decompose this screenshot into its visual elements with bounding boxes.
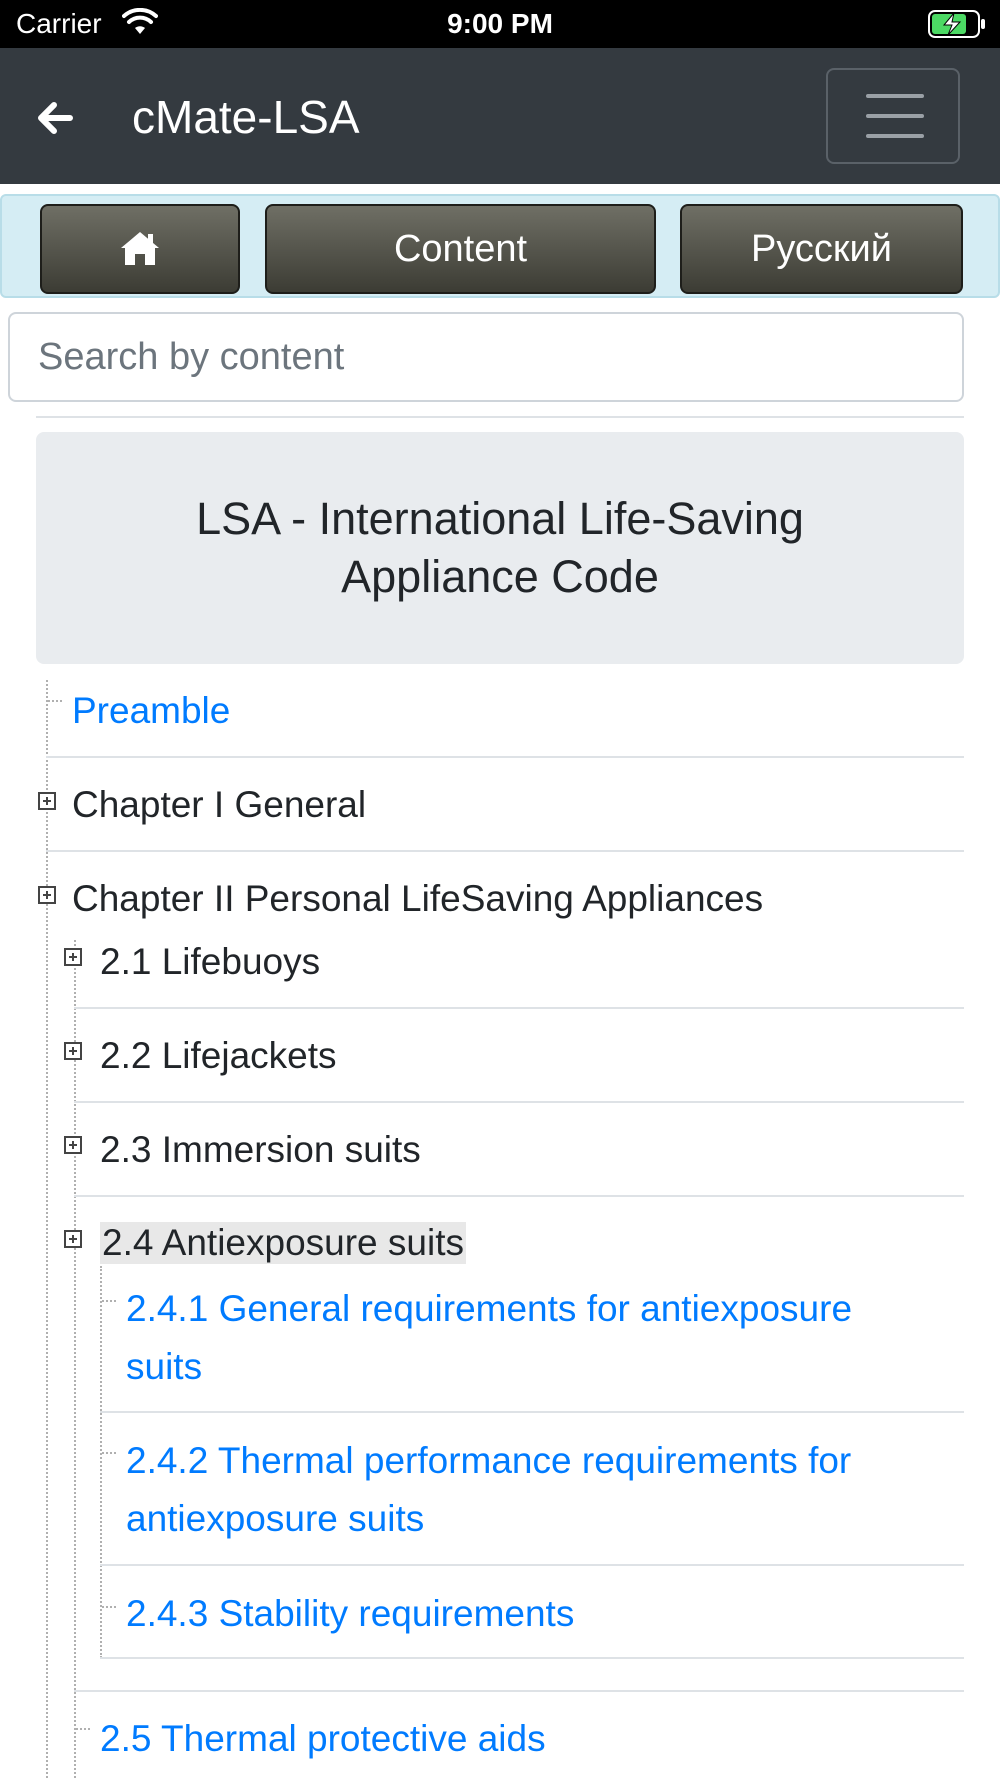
tree-item-2-4-3[interactable]: 2.4.3 Stability requirements xyxy=(126,1585,574,1643)
row-divider xyxy=(74,1690,964,1692)
tree-item-2-4-2[interactable]: 2.4.2 Thermal performance requirements f… xyxy=(126,1432,916,1548)
tree-connector xyxy=(102,1300,116,1302)
expand-icon[interactable] xyxy=(64,948,82,966)
tree-connector xyxy=(48,700,62,702)
tree-item-2-2[interactable]: 2.2 Lifejackets xyxy=(100,1035,337,1077)
tree-item-chapter-1[interactable]: Chapter I General xyxy=(72,784,366,826)
tree-item-2-5[interactable]: 2.5 Thermal protective aids xyxy=(100,1710,546,1768)
back-arrow-icon[interactable] xyxy=(30,92,82,144)
divider xyxy=(36,416,964,418)
row-divider xyxy=(100,1411,964,1413)
clock: 9:00 PM xyxy=(447,8,553,39)
tree-connector xyxy=(102,1452,116,1454)
tree-item-2-3[interactable]: 2.3 Immersion suits xyxy=(100,1129,421,1171)
search-input[interactable] xyxy=(8,312,964,402)
row-divider xyxy=(74,1195,964,1197)
row-divider xyxy=(100,1657,964,1659)
row-divider xyxy=(100,1564,964,1566)
tree-guide-line xyxy=(46,680,48,1778)
app-title: cMate-LSA xyxy=(132,91,360,143)
content-button[interactable]: Content xyxy=(265,204,656,294)
tree-connector xyxy=(76,1728,90,1730)
document-header: LSA - International Life-Saving Applianc… xyxy=(36,432,964,664)
expand-icon[interactable] xyxy=(64,1042,82,1060)
expand-icon[interactable] xyxy=(38,886,56,904)
home-button[interactable] xyxy=(40,204,240,294)
status-bar: Carrier 9:00 PM xyxy=(0,0,1000,48)
tree-item-2-1[interactable]: 2.1 Lifebuoys xyxy=(100,941,320,983)
document-title: LSA - International Life-Saving Applianc… xyxy=(196,493,804,602)
hamburger-bar xyxy=(866,94,924,98)
tree-item-chapter-2[interactable]: Chapter II Personal LifeSaving Appliance… xyxy=(72,878,763,920)
hamburger-menu-button[interactable] xyxy=(826,68,960,164)
tree-guide-line xyxy=(100,1266,102,1658)
hamburger-bar xyxy=(866,114,924,118)
tree-item-2-4[interactable]: 2.4 Antiexposure suits xyxy=(100,1222,466,1264)
hamburger-bar xyxy=(866,134,924,138)
tree-item-2-4-1[interactable]: 2.4.1 General requirements for antiexpos… xyxy=(126,1280,916,1396)
tree-guide-line xyxy=(74,940,76,1778)
tree-connector xyxy=(102,1606,116,1608)
expand-icon[interactable] xyxy=(64,1136,82,1154)
expand-icon[interactable] xyxy=(38,792,56,810)
battery-icon xyxy=(928,10,986,43)
row-divider xyxy=(74,1007,964,1009)
row-divider xyxy=(46,756,964,758)
row-divider xyxy=(46,850,964,852)
tree-item-preamble[interactable]: Preamble xyxy=(72,682,230,740)
home-icon xyxy=(121,232,159,265)
expand-icon[interactable] xyxy=(64,1230,82,1248)
toolbar: Content Русский xyxy=(0,194,1000,298)
language-button[interactable]: Русский xyxy=(680,204,963,294)
navbar: cMate-LSA xyxy=(0,48,1000,184)
row-divider xyxy=(74,1101,964,1103)
